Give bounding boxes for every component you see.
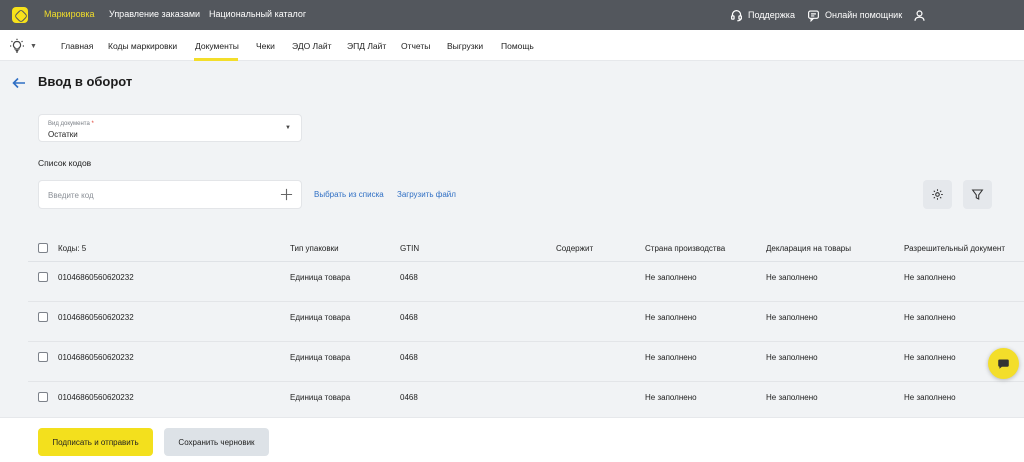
column-header-country: Страна производства <box>645 244 726 253</box>
headset-icon <box>731 9 742 21</box>
sign-and-send-button[interactable]: Подписать и отправить <box>38 428 153 456</box>
table-row[interactable]: 01046860560620232 Единица товара 0468 Не… <box>28 382 1024 422</box>
code-input[interactable] <box>48 188 268 202</box>
select-from-list-link[interactable]: Выбрать из списка <box>314 190 384 199</box>
cell-permit: Не заполнено <box>904 393 956 402</box>
page-title: Ввод в оборот <box>38 74 133 89</box>
nav-item-exports[interactable]: Выгрузки <box>447 41 483 51</box>
cell-gtin: 0468 <box>400 353 418 362</box>
active-tab-indicator <box>194 58 238 61</box>
chat-fab-button[interactable] <box>988 348 1019 379</box>
nav-item-epd-lite[interactable]: ЭПД Лайт <box>347 41 386 51</box>
doc-type-value: Остатки <box>48 130 78 139</box>
cell-declaration: Не заполнено <box>766 313 818 322</box>
plus-icon[interactable] <box>280 188 293 201</box>
cell-country: Не заполнено <box>645 353 697 362</box>
cell-package: Единица товара <box>290 273 351 282</box>
column-header-declaration: Декларация на товары <box>766 244 851 253</box>
assistant-link[interactable]: Онлайн помощник <box>807 7 902 23</box>
cell-code: 01046860560620232 <box>58 353 134 362</box>
filter-icon <box>971 189 984 200</box>
row-checkbox[interactable] <box>38 272 48 282</box>
table-header: Коды: 5 Тип упаковки GTIN Содержит Стран… <box>28 236 1024 262</box>
top-bar: Маркировка Управление заказами Националь… <box>0 0 1024 30</box>
column-header-contains: Содержит <box>556 244 594 253</box>
row-checkbox[interactable] <box>38 312 48 322</box>
cell-code: 01046860560620232 <box>58 313 134 322</box>
top-link-catalog[interactable]: Национальный каталог <box>209 9 306 19</box>
cell-declaration: Не заполнено <box>766 393 818 402</box>
gear-icon <box>932 189 943 200</box>
chat-bubble-icon <box>998 359 1009 369</box>
arrow-left-icon[interactable] <box>11 75 27 91</box>
cell-permit: Не заполнено <box>904 353 956 362</box>
nav-item-codes[interactable]: Коды маркировки <box>108 41 177 51</box>
cell-gtin: 0468 <box>400 393 418 402</box>
nav-item-reports[interactable]: Отчеты <box>401 41 430 51</box>
top-link-orders[interactable]: Управление заказами <box>109 9 200 19</box>
user-icon <box>914 9 925 21</box>
lightbulb-icon[interactable] <box>9 38 25 54</box>
doc-type-label: Вид документа * <box>48 121 94 127</box>
row-checkbox[interactable] <box>38 352 48 362</box>
nav-item-receipts[interactable]: Чеки <box>256 41 275 51</box>
nav-item-help[interactable]: Помощь <box>501 41 534 51</box>
column-header-codes: Коды: 5 <box>58 244 87 253</box>
code-input-box[interactable] <box>38 180 302 209</box>
cell-permit: Не заполнено <box>904 313 956 322</box>
cell-country: Не заполнено <box>645 393 697 402</box>
cell-permit: Не заполнено <box>904 273 956 282</box>
cell-country: Не заполнено <box>645 313 697 322</box>
assistant-label: Онлайн помощник <box>825 10 903 20</box>
support-label: Поддержка <box>748 10 795 20</box>
footer-bar: Подписать и отправить Сохранить черновик <box>0 417 1024 462</box>
cell-package: Единица товара <box>290 313 351 322</box>
support-link[interactable]: Поддержка <box>730 7 795 23</box>
row-checkbox[interactable] <box>38 392 48 402</box>
chevron-down-icon[interactable]: ▼ <box>30 43 37 50</box>
cell-country: Не заполнено <box>645 273 697 282</box>
column-header-gtin: GTIN <box>400 244 420 253</box>
profile-button[interactable] <box>913 7 926 23</box>
top-link-marking[interactable]: Маркировка <box>44 9 95 19</box>
table-row[interactable]: 01046860560620232 Единица товара 0468 Не… <box>28 342 1024 382</box>
nav-item-home[interactable]: Главная <box>61 41 93 51</box>
chevron-down-icon: ▼ <box>285 125 291 131</box>
codes-section-title: Список кодов <box>38 158 92 168</box>
cell-package: Единица товара <box>290 393 351 402</box>
cell-package: Единица товара <box>290 353 351 362</box>
column-header-package: Тип упаковки <box>290 244 339 253</box>
settings-button[interactable] <box>923 180 952 209</box>
cell-gtin: 0468 <box>400 273 418 282</box>
nav-bar: ▼ Главная Коды маркировки Документы Чеки… <box>0 30 1024 61</box>
save-draft-button[interactable]: Сохранить черновик <box>164 428 269 456</box>
table-row[interactable]: 01046860560620232 Единица товара 0468 Не… <box>28 262 1024 302</box>
table-row[interactable]: 01046860560620232 Единица товара 0468 Не… <box>28 302 1024 342</box>
filter-button[interactable] <box>963 180 992 209</box>
select-all-checkbox[interactable] <box>38 243 48 253</box>
nav-item-documents[interactable]: Документы <box>195 41 239 51</box>
upload-file-link[interactable]: Загрузить файл <box>397 190 456 199</box>
cell-declaration: Не заполнено <box>766 273 818 282</box>
nav-item-edo-lite[interactable]: ЭДО Лайт <box>292 41 332 51</box>
cell-code: 01046860560620232 <box>58 273 134 282</box>
doc-type-select[interactable]: Вид документа * Остатки ▼ <box>38 114 302 142</box>
marking-logo-icon[interactable] <box>12 7 28 23</box>
column-header-permit: Разрешительный документ <box>904 244 1005 253</box>
cell-gtin: 0468 <box>400 313 418 322</box>
cell-declaration: Не заполнено <box>766 353 818 362</box>
cell-code: 01046860560620232 <box>58 393 134 402</box>
chat-icon <box>808 9 819 22</box>
